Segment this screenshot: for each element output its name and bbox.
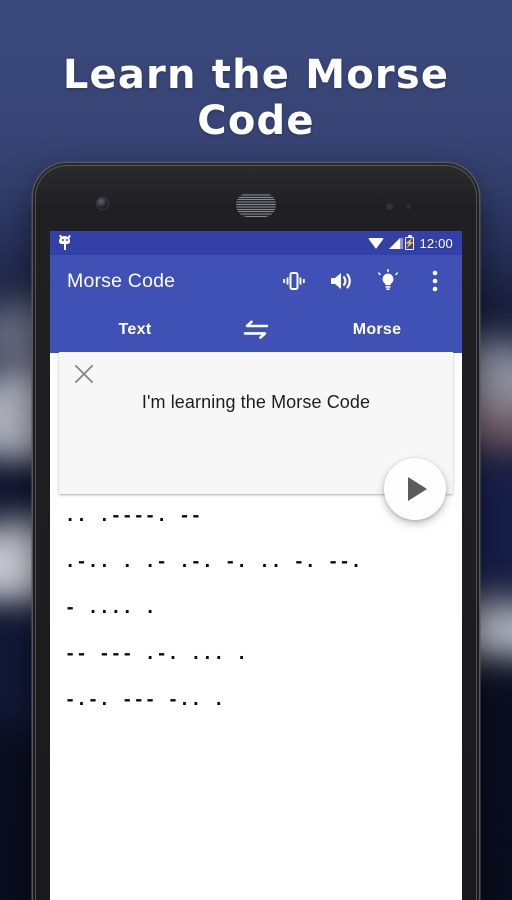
battery-bolt-glyph: ⚡ bbox=[404, 237, 416, 248]
app-bar-actions bbox=[281, 268, 448, 294]
play-button[interactable] bbox=[384, 458, 446, 520]
phone-screen: ⚡ 12:00 Morse Code Text Morse I'm learni… bbox=[50, 231, 462, 900]
light-sensor-icon bbox=[406, 204, 411, 209]
tab-text[interactable]: Text bbox=[50, 321, 220, 339]
promo-headline: Learn the Morse Code bbox=[62, 52, 450, 144]
app-bar: Morse Code bbox=[50, 255, 462, 307]
cellular-signal-icon bbox=[389, 237, 404, 249]
proximity-sensor-icon bbox=[386, 203, 393, 210]
app-title: Morse Code bbox=[67, 269, 176, 292]
status-bar: ⚡ 12:00 bbox=[50, 231, 462, 255]
content-area: I'm learning the Morse Code .. .----. --… bbox=[50, 352, 462, 900]
tab-bar: Text Morse bbox=[50, 307, 462, 353]
wifi-icon bbox=[368, 237, 385, 249]
close-icon[interactable] bbox=[71, 361, 97, 387]
battery-charging-icon: ⚡ bbox=[404, 234, 416, 250]
morse-output-list: .. .----. -- .-.. . .- .-. -. .. -. --. … bbox=[65, 508, 452, 738]
text-input-value[interactable]: I'm learning the Morse Code bbox=[59, 392, 453, 413]
status-bar-notifications bbox=[58, 234, 71, 250]
volume-up-icon[interactable] bbox=[328, 268, 354, 294]
morse-output-line: -- --- .-. ... . bbox=[65, 644, 248, 664]
morse-output-line: -.-. --- -.. . bbox=[65, 690, 226, 710]
vibration-icon[interactable] bbox=[281, 268, 307, 294]
play-icon bbox=[408, 477, 427, 501]
status-bar-system-icons: ⚡ 12:00 bbox=[368, 234, 453, 251]
status-bar-clock: 12:00 bbox=[419, 235, 453, 251]
front-camera-icon bbox=[97, 198, 108, 209]
swap-horizontal-icon[interactable] bbox=[220, 319, 292, 341]
morse-output-line: .-.. . .- .-. -. .. -. --. bbox=[65, 552, 363, 572]
tab-morse[interactable]: Morse bbox=[292, 321, 462, 339]
more-vertical-icon[interactable] bbox=[422, 268, 448, 294]
lightbulb-icon[interactable] bbox=[375, 268, 401, 294]
promo-graphic: Learn the Morse Code ⚡ 12:00 Morse Code … bbox=[0, 0, 512, 900]
morse-output-line: - .... . bbox=[65, 598, 157, 618]
earpiece-speaker-icon bbox=[236, 193, 276, 217]
app-notification-icon bbox=[58, 234, 71, 250]
phone-device-frame: ⚡ 12:00 Morse Code Text Morse I'm learni… bbox=[33, 163, 479, 900]
